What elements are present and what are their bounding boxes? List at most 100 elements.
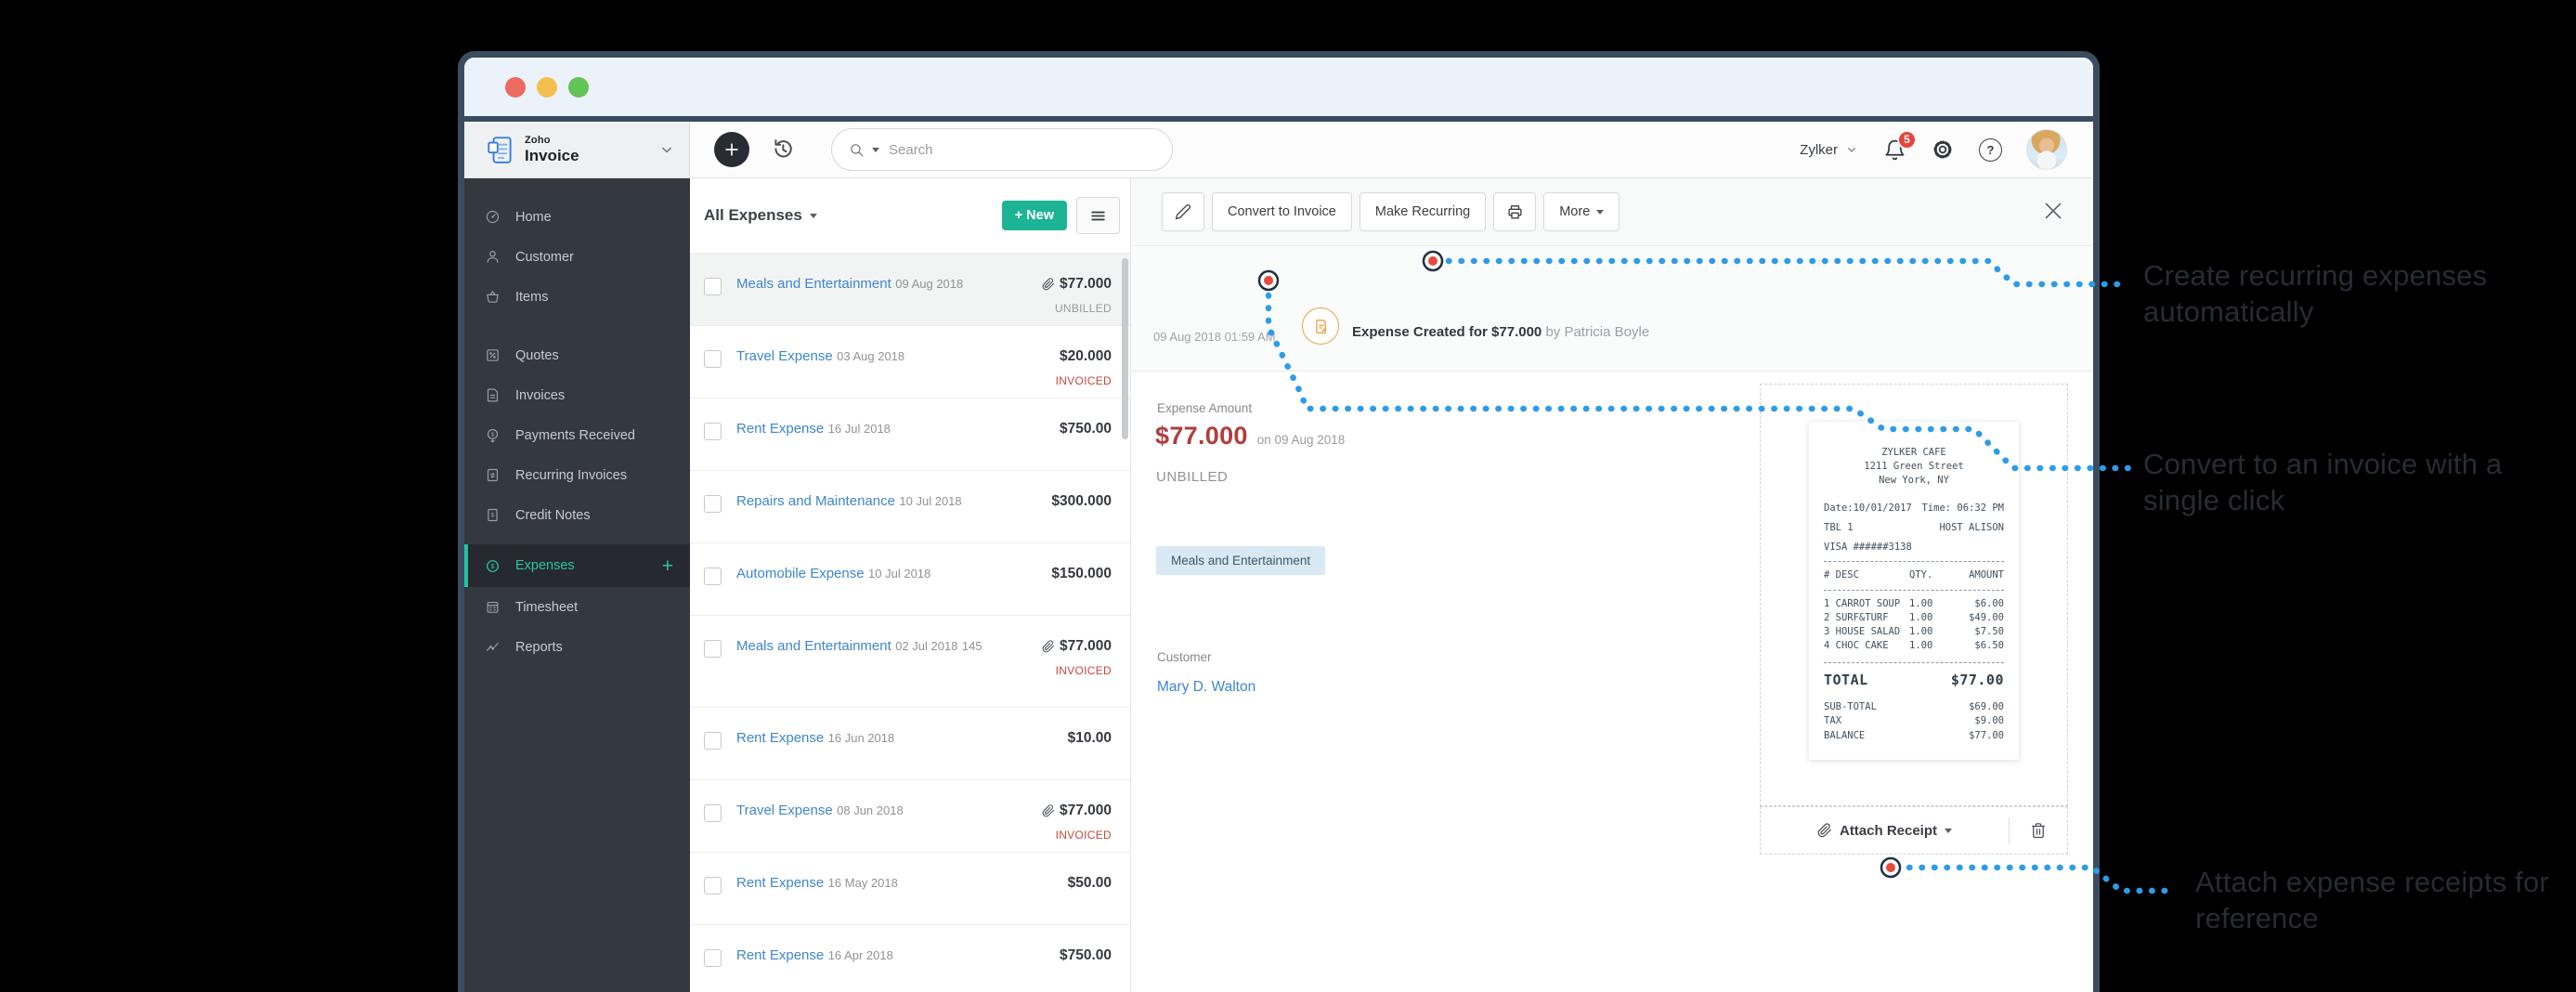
edit-button[interactable] [1162,192,1204,231]
expense-detail-panel: Convert to Invoice Make Recurring More 0… [1131,178,2093,992]
expense-link[interactable]: Rent Expense [736,421,824,437]
expense-link[interactable]: Rent Expense [736,875,824,891]
row-checkbox[interactable] [704,568,722,585]
expense-link[interactable]: Rent Expense [736,730,824,746]
org-logo-block[interactable]: Zoho Invoice [464,122,690,177]
sidebar-item-quotes[interactable]: Quotes [464,335,690,375]
sidebar-item-label: Recurring Invoices [515,468,627,483]
expense-amount: $150.000 [1051,566,1112,582]
receipt-store-name: ZYLKER CAFE [1824,446,2004,460]
close-detail-button[interactable] [2041,199,2065,223]
sidebar-item-customer[interactable]: Customer [464,237,690,277]
expense-status: UNBILLED [1156,469,1228,485]
expense-row[interactable]: Travel Expense 08 Jun 2018 $77.000 INVOI… [690,780,1130,853]
expense-link[interactable]: Travel Expense [736,803,833,818]
expense-link[interactable]: Rent Expense [736,947,824,963]
expense-amount: $10.00 [1068,730,1112,747]
history-clock-icon [770,137,796,163]
basket-icon [485,289,501,305]
help-button[interactable]: ? [1979,138,2002,162]
more-button[interactable]: More [1543,192,1620,231]
chevron-down-icon [810,214,817,218]
expense-row[interactable]: Meals and Entertainment 09 Aug 2018 $77.… [690,254,1130,326]
org-name: Zylker [1800,142,1838,158]
sidebar-nav: Home Customer Items Quotes Invoices [464,178,690,992]
row-checkbox[interactable] [704,732,722,750]
row-checkbox[interactable] [704,949,722,967]
recent-activity-button[interactable] [770,137,796,163]
user-avatar[interactable] [2026,129,2067,170]
pencil-icon [1175,203,1191,220]
notifications-button[interactable]: 5 [1883,138,1906,162]
row-checkbox[interactable] [704,640,722,658]
expense-row[interactable]: Repairs and Maintenance 10 Jul 2018 $300… [690,471,1130,543]
expense-row[interactable]: Rent Expense 16 Jul 2018 $750.00 [690,398,1130,471]
caret-down-icon [1596,210,1604,215]
list-scrollbar[interactable] [1122,258,1128,439]
search-input[interactable] [887,141,1155,159]
sidebar-item-credit-notes[interactable]: $ Credit Notes [464,495,690,535]
sidebar-item-recurring-invoices[interactable]: Recurring Invoices [464,455,690,495]
convert-to-invoice-button[interactable]: Convert to Invoice [1212,192,1352,231]
sidebar-item-reports[interactable]: Reports [464,627,690,667]
row-checkbox[interactable] [704,877,722,894]
sidebar-item-expenses[interactable]: $ Expenses + [464,544,690,587]
customer-link[interactable]: Mary D. Walton [1157,679,1255,696]
row-checkbox[interactable] [704,350,722,368]
customer-label: Customer [1157,650,1212,664]
zoom-window-button[interactable] [568,77,589,98]
expense-row[interactable]: Rent Expense 16 Jun 2018 $10.00 [690,708,1130,780]
receipt-date: Date:10/01/2017 [1824,502,1912,516]
sidebar-item-payments-received[interactable]: $ Payments Received [464,415,690,455]
trash-icon [2030,822,2047,839]
sidebar-item-home[interactable]: Home [464,197,690,237]
org-switcher[interactable]: Zylker [1800,142,1859,158]
expense-link[interactable]: Repairs and Maintenance [736,493,895,509]
list-view-options-button[interactable] [1076,197,1120,234]
annotation-convert: Convert to an invoice with a single clic… [2143,447,2552,518]
row-checkbox[interactable] [704,278,722,295]
close-window-button[interactable] [505,77,526,98]
settings-button[interactable] [1931,137,1955,162]
expense-link[interactable]: Meals and Entertainment [736,638,891,654]
expense-link[interactable]: Travel Expense [736,348,833,364]
print-button[interactable] [1493,192,1536,231]
new-expense-button[interactable]: + New [1002,201,1067,230]
sidebar-item-invoices[interactable]: Invoices [464,375,690,415]
close-icon [2041,199,2065,223]
minimize-window-button[interactable] [537,77,557,98]
expense-amount: $77.000 [1060,638,1112,655]
expense-link[interactable]: Automobile Expense [736,566,865,581]
add-expense-icon[interactable]: + [662,556,673,576]
expense-date: 16 Apr 2018 [828,948,893,962]
status-badge: UNBILLED [1042,302,1112,315]
receipt-date-row: Date:10/01/2017 Time: 06:32 PM [1824,502,2004,516]
receipt-line-item: 3 HOUSE SALAD1.00$7.50 [1824,625,2004,639]
row-checkbox[interactable] [704,804,722,822]
attach-receipt-button[interactable]: Attach Receipt [1761,823,2009,839]
expense-row[interactable]: Travel Expense 03 Aug 2018 $20.000 INVOI… [690,326,1130,398]
row-checkbox[interactable] [704,423,722,440]
gear-icon [1931,137,1955,162]
sidebar-item-timesheet[interactable]: Timesheet [464,587,690,627]
expense-link[interactable]: Meals and Entertainment [736,276,891,292]
dashboard-icon [485,209,501,225]
payment-icon: $ [485,427,501,443]
quick-create-button[interactable] [714,132,749,167]
search-scope-caret-icon[interactable] [872,148,879,152]
row-checkbox[interactable] [704,495,722,513]
sidebar-item-items[interactable]: Items [464,277,690,317]
plus-icon [722,140,741,159]
receipt-total-label: TOTAL [1824,671,1868,691]
list-filter-dropdown[interactable]: All Expenses [704,206,817,225]
detail-toolbar: Convert to Invoice Make Recurring More [1131,178,2093,246]
make-recurring-button[interactable]: Make Recurring [1360,192,1486,231]
expense-row[interactable]: Meals and Entertainment 02 Jul 2018 145 … [690,616,1130,708]
expense-row[interactable]: Automobile Expense 10 Jul 2018 $150.000 [690,543,1130,616]
expense-row[interactable]: Rent Expense 16 May 2018 $50.00 [690,853,1130,925]
expense-row[interactable]: Rent Expense 16 Apr 2018 $750.00 [690,925,1130,992]
category-tag[interactable]: Meals and Entertainment [1156,546,1325,575]
expense-amount: $77.000 [1060,276,1112,293]
chevron-down-icon[interactable] [657,140,676,159]
delete-receipt-button[interactable] [2010,822,2067,839]
